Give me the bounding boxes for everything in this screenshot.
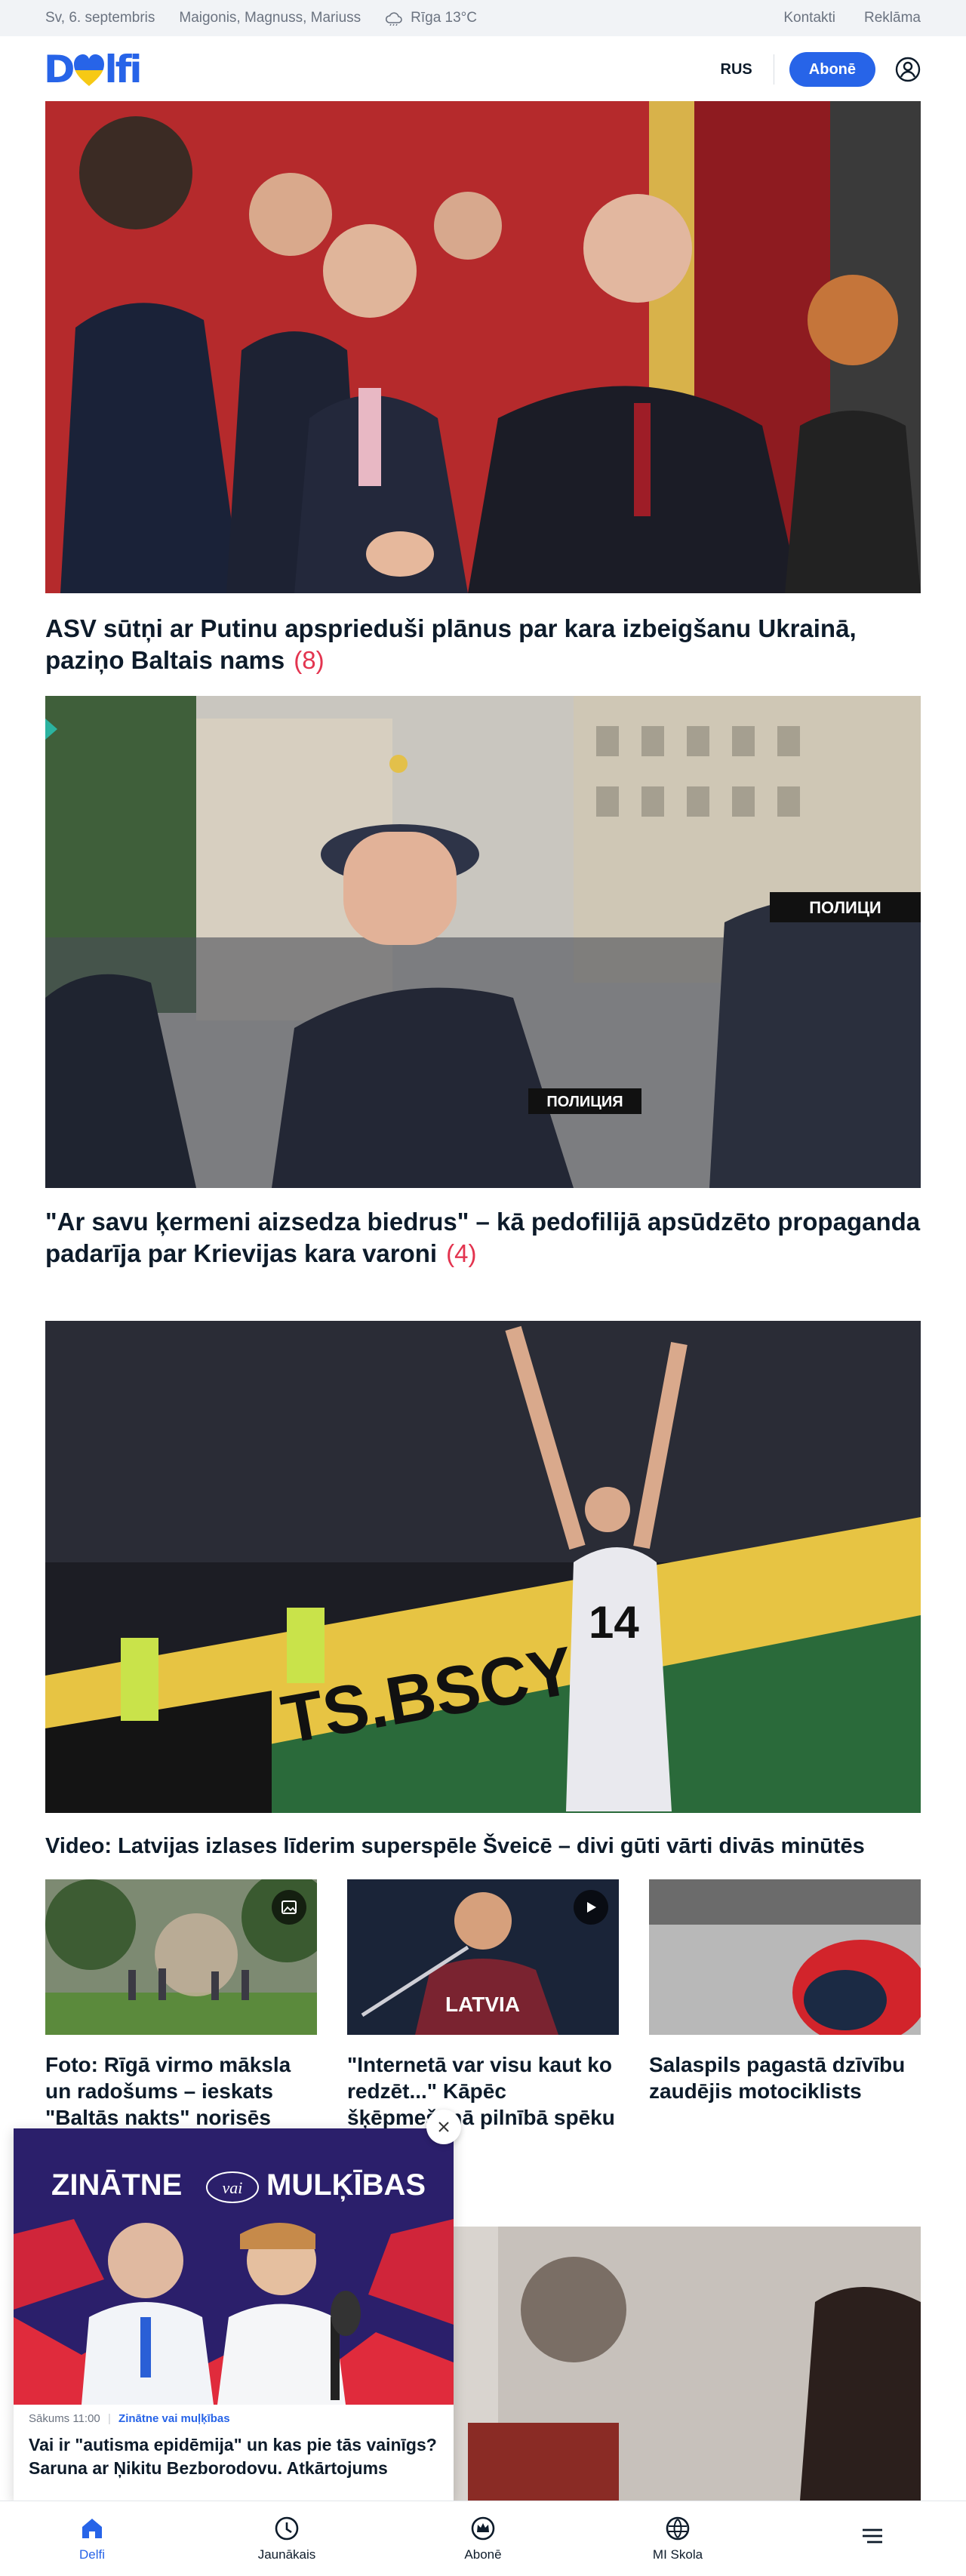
card-title-3[interactable]: Salaspils pagastā dzīvību zaudējis motoc…: [649, 2051, 921, 2104]
card-image-white-night[interactable]: [45, 1879, 317, 2035]
comment-count[interactable]: (4): [446, 1239, 476, 1267]
article-image-diplomats[interactable]: [45, 101, 921, 593]
name-days: Maigonis, Magnuss, Mariuss: [179, 10, 361, 26]
clock-icon: [275, 2516, 299, 2541]
svg-text:ПОЛИЦИ: ПОЛИЦИ: [809, 898, 881, 917]
video-badge: [574, 1890, 608, 1925]
home-icon: [82, 2519, 102, 2538]
svg-text:14: 14: [589, 1597, 639, 1648]
article-headline-2[interactable]: "Ar savu ķermeni aizsedza biedrus" – kā …: [45, 1206, 921, 1270]
promo-banner-right: MULĶĪBAS: [266, 2168, 426, 2202]
article-headline-1[interactable]: ASV sūtņi ar Putinu apsprieduši plānus p…: [45, 613, 921, 676]
svg-text:ПОЛИЦИЯ: ПОЛИЦИЯ: [546, 1094, 623, 1110]
crown-icon: [471, 2516, 495, 2541]
headline-text[interactable]: ASV sūtņi ar Putinu apsprieduši plānus p…: [45, 614, 857, 674]
image-icon: [281, 1900, 297, 1914]
promo-banner-left: ZINĀTNE: [51, 2168, 182, 2202]
promo-time: Sākums 11:00: [29, 2412, 100, 2425]
article-image-police[interactable]: ПОЛИЦИЯ ПОЛИЦИ: [45, 696, 921, 1188]
card-image-motorcycle[interactable]: [649, 1879, 921, 2035]
svg-text:LATVIA: LATVIA: [445, 1993, 520, 2016]
headline-text[interactable]: "Ar savu ķermeni aizsedza biedrus" – kā …: [45, 1208, 920, 1267]
comment-count[interactable]: (8): [294, 646, 324, 674]
close-icon: [438, 2122, 449, 2132]
nav-latest[interactable]: Jaunākais: [226, 2501, 347, 2576]
article-image-football[interactable]: TS.BSCYB 14: [45, 1321, 921, 1813]
delfi-logo[interactable]: D lfi: [44, 48, 143, 91]
card-image-javelin[interactable]: LATVIA: [347, 1879, 619, 2035]
site-header: D lfi RUS Abonē: [0, 36, 966, 101]
nav-label: Abonē: [464, 2547, 502, 2562]
nav-label: Jaunākais: [257, 2547, 316, 2562]
ukraine-heart-icon: [73, 54, 104, 86]
podcast-promo-overlay[interactable]: ZINĀTNE vai MULĶĪBAS Sākums 11:00 | Zinā…: [14, 2128, 454, 2501]
nav-ai-school[interactable]: MI Skola: [617, 2501, 738, 2576]
language-switch[interactable]: RUS: [721, 61, 752, 78]
subscribe-button[interactable]: Abonē: [789, 52, 875, 87]
contacts-link[interactable]: Kontakti: [783, 10, 835, 26]
advertising-link[interactable]: Reklāma: [864, 10, 921, 26]
play-icon: [587, 1902, 596, 1913]
article-headline-3[interactable]: Video: Latvijas izlases līderim superspē…: [45, 1833, 921, 1860]
promo-category[interactable]: Zinātne vai muļķības: [118, 2412, 230, 2425]
user-account-icon[interactable]: [895, 57, 921, 82]
nav-label: MI Skola: [652, 2547, 703, 2562]
bottom-navigation: Delfi Jaunākais Abonē MI Skola: [0, 2501, 966, 2576]
promo-title[interactable]: Vai ir "autisma epidēmija" un kas pie tā…: [29, 2433, 440, 2480]
nav-subscribe[interactable]: Abonē: [423, 2501, 543, 2576]
menu-icon: [863, 2528, 882, 2544]
date: Sv, 6. septembris: [45, 10, 155, 26]
promo-meta: Sākums 11:00 | Zinātne vai muļķības: [29, 2412, 230, 2425]
nav-label: Delfi: [78, 2547, 105, 2562]
card-title-1[interactable]: Foto: Rīgā virmo māksla un radošums – ie…: [45, 2051, 317, 2131]
gallery-badge: [272, 1890, 306, 1925]
weather[interactable]: Rīga 13°C: [385, 10, 477, 26]
ai-icon: [666, 2516, 690, 2541]
cloud-icon: [386, 12, 402, 26]
promo-banner-mid: vai: [223, 2178, 243, 2197]
top-info-bar: Sv, 6. septembris Maigonis, Magnuss, Mar…: [0, 0, 966, 36]
close-button[interactable]: [426, 2110, 461, 2144]
promo-banner[interactable]: ZINĀTNE vai MULĶĪBAS: [14, 2128, 454, 2405]
nav-home[interactable]: Delfi: [32, 2501, 152, 2576]
nav-menu[interactable]: [812, 2501, 933, 2576]
weather-text: Rīga 13°C: [411, 10, 478, 26]
